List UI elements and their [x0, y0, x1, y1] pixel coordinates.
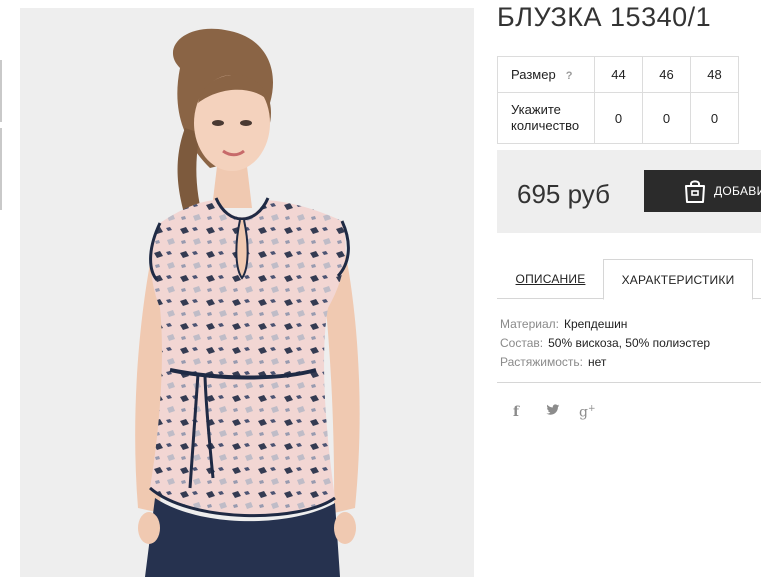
tab-characteristics[interactable]: ХАРАКТЕРИСТИКИ [603, 259, 753, 300]
quantity-input-46[interactable]: 0 [642, 92, 691, 144]
size-row-label: Размер? [497, 56, 595, 93]
product-tabs: ОПИСАНИЕ ХАРАКТЕРИСТИКИ [497, 259, 761, 300]
quantity-input-48[interactable]: 0 [690, 92, 739, 144]
spec-row-composition: Состав: 50% вискоза, 50% полиэстер [500, 334, 710, 353]
product-photo-illustration [20, 8, 474, 577]
spec-row-material: Материал: Крепдешин [500, 315, 710, 334]
facebook-icon[interactable]: f [513, 404, 546, 420]
shopping-bag-icon [685, 180, 705, 203]
tab-description[interactable]: ОПИСАНИЕ [497, 259, 604, 299]
social-share: f g+ [513, 403, 596, 421]
spec-value: 50% вискоза, 50% полиэстер [548, 336, 711, 350]
add-to-cart-label: ДОБАВИ [714, 184, 761, 198]
page-edge-mark [0, 128, 2, 210]
add-to-cart-button[interactable]: ДОБАВИ [644, 170, 761, 212]
spec-row-stretch: Растяжимость: нет [500, 353, 710, 372]
product-title: БЛУЗКА 15340/1 [497, 2, 712, 32]
size-quantity-table: Размер? 44 46 48 Укажите количество 0 0 … [497, 56, 739, 144]
googleplus-icon[interactable]: g+ [579, 404, 596, 421]
quantity-input-44[interactable]: 0 [594, 92, 643, 144]
spec-key: Материал: [500, 317, 559, 331]
size-option-46[interactable]: 46 [642, 56, 691, 93]
googleplus-plus: + [587, 403, 596, 414]
size-option-48[interactable]: 48 [690, 56, 739, 93]
spec-key: Состав: [500, 336, 544, 350]
product-price: 695 руб [517, 179, 610, 209]
characteristics-list: Материал: Крепдешин Состав: 50% вискоза, 5… [500, 315, 710, 372]
page-edge-mark [0, 60, 2, 122]
twitter-icon[interactable] [546, 403, 579, 421]
googleplus-letter: g [579, 404, 588, 421]
spec-value: нет [588, 355, 607, 369]
quantity-label: Укажите количество [497, 92, 595, 144]
size-help-icon[interactable]: ? [566, 70, 573, 82]
product-photo[interactable] [20, 8, 474, 577]
size-label: Размер [511, 67, 556, 82]
spec-key: Растяжимость: [500, 355, 584, 369]
price-box: 695 руб ДОБАВИ [497, 150, 761, 233]
size-option-44[interactable]: 44 [594, 56, 643, 93]
section-divider [497, 382, 761, 383]
spec-value: Крепдешин [563, 317, 628, 331]
